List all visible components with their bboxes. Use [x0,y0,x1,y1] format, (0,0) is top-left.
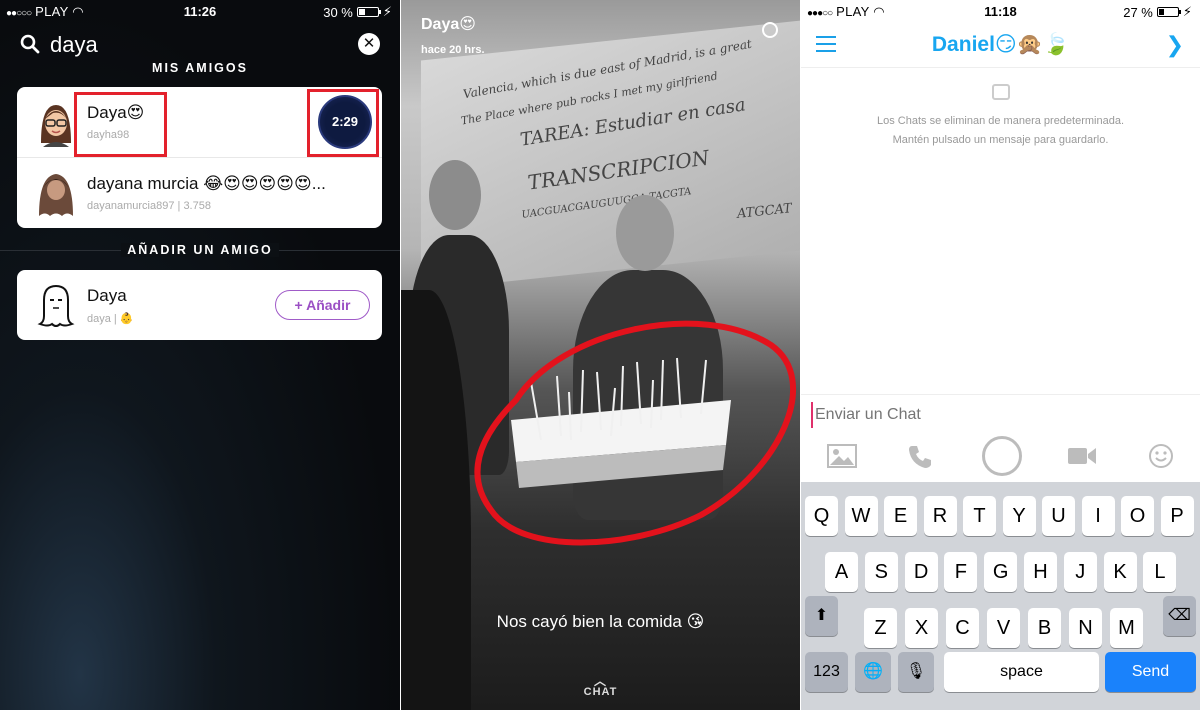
key-m[interactable]: M [1110,608,1143,648]
baby-icon: 👶 [119,313,134,325]
snap-score: 3.758 [183,200,211,212]
chat-toolbar [801,436,1200,480]
compose-divider [801,394,1200,395]
friends-card: Daya😍 dayha98 2:29 dayana murcia 😂😍😍😍😍😍.… [17,87,382,228]
chat-notice: Los Chats se eliminan de manera predeter… [876,115,1125,146]
snap-viewer-panel[interactable]: Valencia, which is due east of Madrid, i… [401,0,800,710]
battery-percent: 27 % [1123,4,1153,20]
key-a[interactable]: A [825,552,858,592]
suggestion-name: Daya [87,286,127,305]
camera-shutter-button[interactable] [982,436,1022,476]
snap-photo: Valencia, which is due east of Madrid, i… [401,0,800,710]
red-circle-annotation [474,320,797,546]
snap-caption: Nos cayó bien la comida 😘 [496,612,705,631]
chevron-up-icon: ︿ [593,674,607,688]
emoji-icon[interactable] [1148,443,1174,469]
search-bar: ✕ [18,28,382,62]
key-n[interactable]: N [1069,608,1102,648]
key-l[interactable]: L [1143,552,1177,592]
keyboard: QWERTYUIOP ASDFGHJKL ZXCVBNM ⬆ ⌫ 123 🌐 🎙… [801,482,1200,710]
numbers-key[interactable]: 123 [805,652,848,692]
key-f[interactable]: F [944,552,978,592]
search-input[interactable] [50,28,310,62]
video-icon[interactable] [1067,446,1097,466]
suggestions-card: Daya daya | 👶 + Añadir [17,270,382,340]
key-x[interactable]: X [905,608,938,648]
snap-timestamp: hace 20 hrs. [421,44,485,56]
add-friend-header: AÑADIR UN AMIGO [0,243,400,257]
key-r[interactable]: R [923,496,957,536]
charging-icon: ⚡ [1182,4,1192,19]
chevron-right-icon[interactable]: ❯ [1166,32,1184,58]
friend-row-dayana[interactable]: dayana murcia 😂😍😍😍😍😍... dayanamurcia897 … [17,157,382,227]
search-panel: ●●○○○ PLAY ◠ 11:26 30 %⚡ ✕ MIS AMIGOS Da… [0,0,400,710]
add-friend-button[interactable]: + Añadir [275,290,370,320]
suggestion-row-daya[interactable]: Daya daya | 👶 + Añadir [17,270,382,340]
key-z[interactable]: Z [864,608,897,648]
chat-panel: ●●●○○ PLAY ◠ 11:18 27 % ⚡ Daniel😏🙊🍃 ❯ Los… [801,0,1200,710]
charging-icon: ⚡ [382,4,392,19]
ghost-photo-avatar-icon [39,174,73,216]
key-y[interactable]: Y [1002,496,1036,536]
key-i[interactable]: I [1081,496,1115,536]
key-j[interactable]: J [1063,552,1097,592]
globe-icon[interactable]: 🌐 [855,652,891,692]
snap-sender: Daya😍 [421,16,476,33]
chat-input[interactable] [811,402,1171,428]
phone-icon[interactable] [907,444,933,470]
swipe-up-chat[interactable]: ︿ CHAT [401,674,800,698]
image-icon[interactable] [827,444,857,468]
status-bar: ●●○○○ PLAY ◠ 11:26 30 % ⚡ [0,0,400,22]
key-v[interactable]: V [987,608,1020,648]
chat-bubble-icon [992,84,1010,100]
key-k[interactable]: K [1103,552,1137,592]
key-b[interactable]: B [1028,608,1061,648]
suggestion-username: daya | 👶 [87,313,134,325]
status-bar: ●●●○○ PLAY ◠ 11:18 27 % ⚡ [801,0,1200,22]
key-p[interactable]: P [1160,496,1194,536]
key-o[interactable]: O [1121,496,1154,536]
battery-percent: 30 % [323,4,353,20]
key-t[interactable]: T [963,496,996,536]
battery-icon [1156,7,1181,17]
key-e[interactable]: E [884,496,917,536]
key-q[interactable]: Q [805,496,838,536]
microphone-icon[interactable]: 🎙 [898,652,934,692]
timer-icon [762,22,778,38]
clear-search-button[interactable]: ✕ [358,33,380,55]
send-key[interactable]: Send [1105,652,1196,692]
ghost-avatar-icon [37,284,75,327]
highlight-box-story [307,89,379,157]
highlight-box-name [74,92,167,157]
chat-title[interactable]: Daniel😏🙊🍃 [801,32,1200,57]
key-u[interactable]: U [1042,496,1075,536]
key-h[interactable]: H [1024,552,1057,592]
battery-icon [356,7,381,17]
chat-header: Daniel😏🙊🍃 ❯ [801,22,1200,68]
compose-bar [801,396,1200,436]
key-w[interactable]: W [844,496,878,536]
key-s[interactable]: S [864,552,898,592]
key-c[interactable]: C [946,608,979,648]
backspace-key[interactable]: ⌫ [1163,596,1196,636]
key-g[interactable]: G [984,552,1018,592]
friend-username: dayanamurcia897 | 3.758 [87,200,211,212]
shift-key[interactable]: ⬆ [805,596,838,636]
friend-row-daya[interactable]: Daya😍 dayha98 2:29 [17,87,382,157]
key-d[interactable]: D [904,552,938,592]
search-icon [20,34,40,54]
friend-name: dayana murcia 😂😍😍😍😍😍... [87,174,326,193]
space-key[interactable]: space [944,652,1099,692]
my-friends-header: MIS AMIGOS [152,61,248,75]
